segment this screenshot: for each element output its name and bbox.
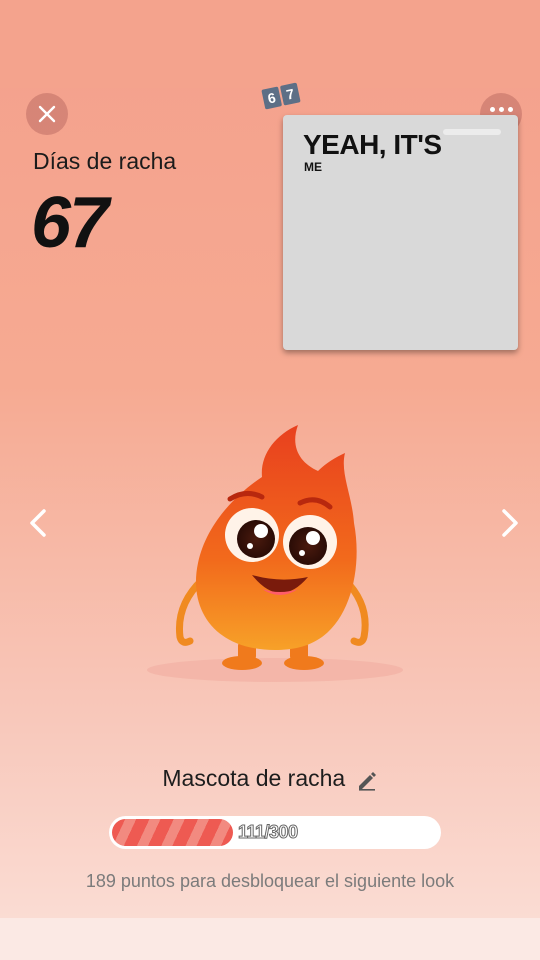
close-icon [38,105,56,123]
bottom-band [0,918,540,960]
mascot-shadow [147,658,403,682]
look-progress-bar: 111/300 [109,816,441,849]
mascot-name-row: Mascota de racha [0,765,540,792]
chevron-left-icon[interactable] [24,505,54,541]
pencil-icon[interactable] [356,769,378,791]
progress-text: 111/300 [238,822,299,843]
flame-mascot-illustration [147,425,403,682]
overlay-subtitle: ME [304,160,322,174]
streak-count: 67 [31,183,109,263]
progress-fill [112,819,233,846]
overlay-bar [443,129,501,135]
badge-digit: 6 [261,86,283,110]
close-button[interactable] [26,93,68,135]
overlay-title: YEAH, IT'S [303,129,442,160]
mascot-name: Mascota de racha [162,765,346,791]
top-band [0,0,540,88]
meme-overlay-card: YEAH, IT'S ME [283,115,518,350]
chevron-right-icon[interactable] [494,505,524,541]
streak-label: Días de racha [33,148,177,174]
unlock-hint: 189 puntos para desbloquear el siguiente… [85,871,455,891]
more-options-icon [489,106,513,112]
